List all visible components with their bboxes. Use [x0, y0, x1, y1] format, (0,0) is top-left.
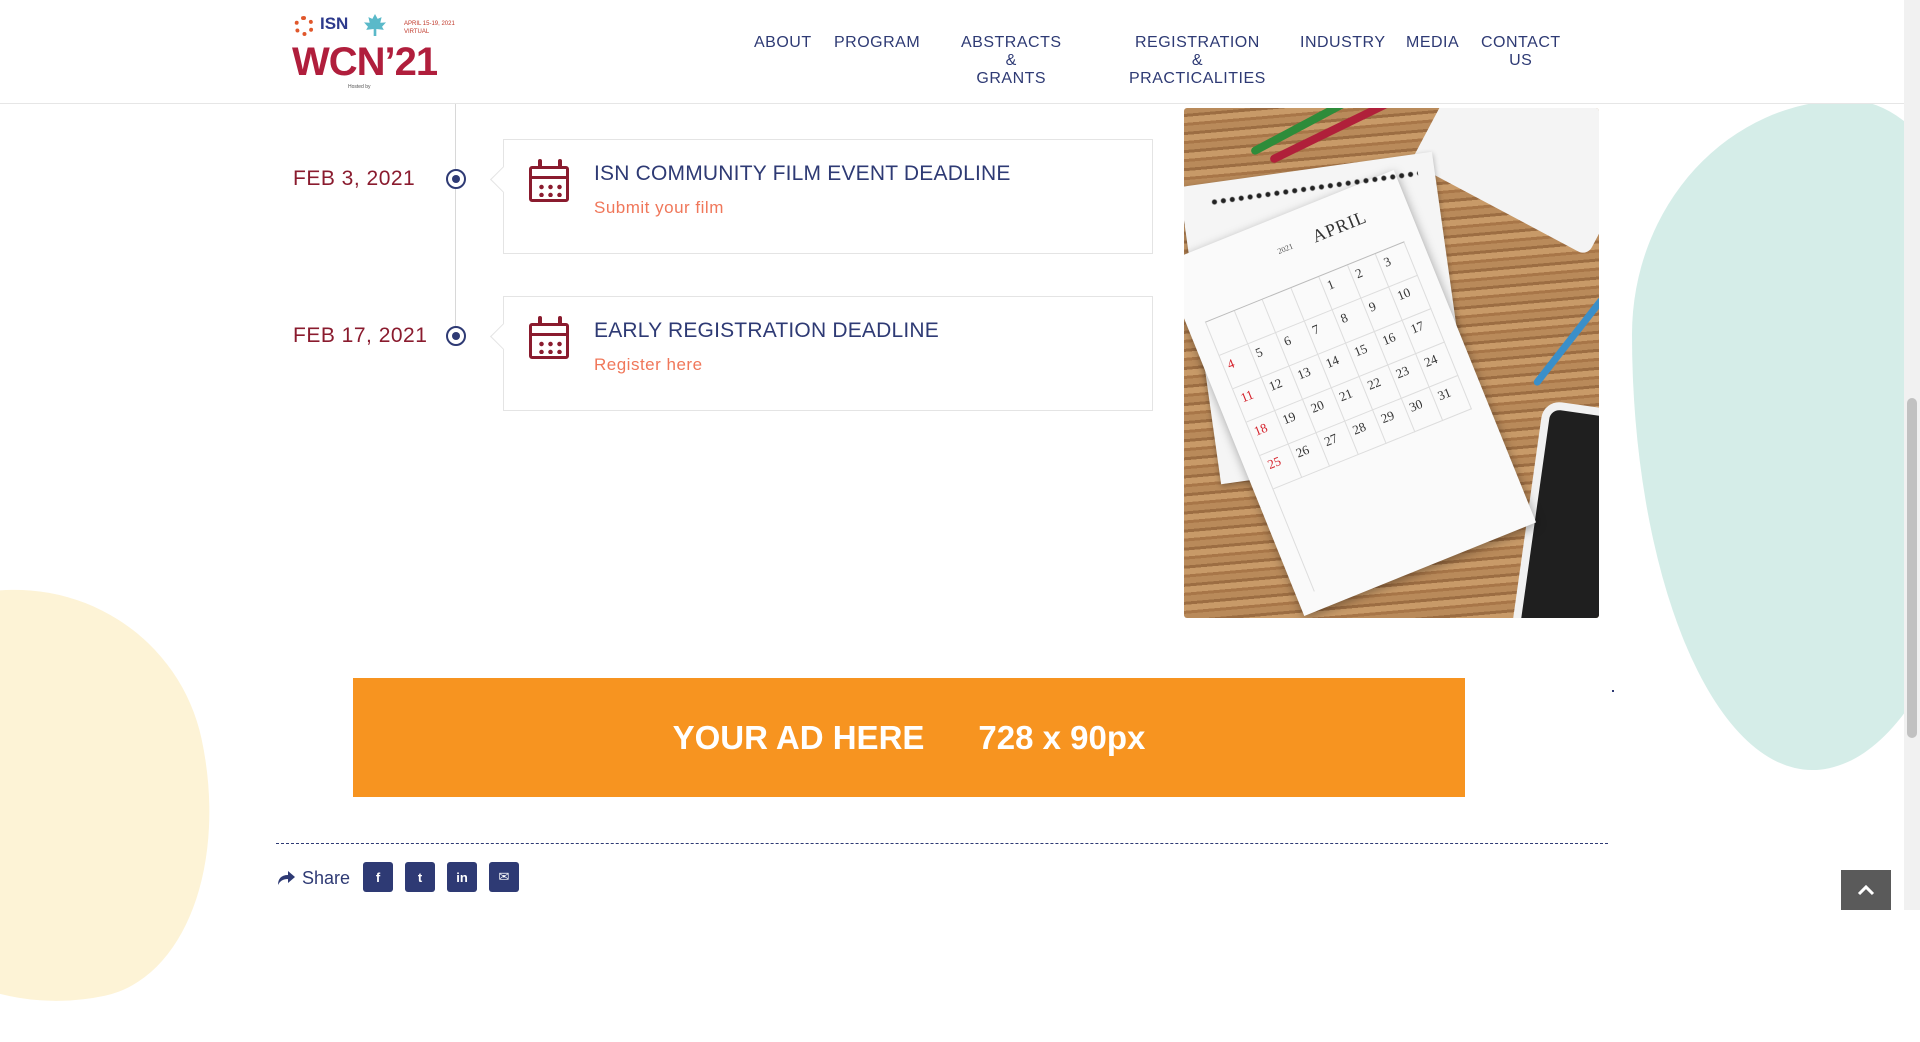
email-share-button[interactable]: ✉ [489, 862, 519, 892]
scrollbar-thumb[interactable] [1907, 398, 1917, 738]
wcn21-logo[interactable]: ISN APRIL 15-19, 2021 VIRTUAL WCN’21 Hos… [292, 12, 462, 96]
linkedin-icon: in [456, 869, 468, 885]
email-icon: ✉ [498, 869, 510, 884]
nav-industry[interactable]: INDUSTRY [1300, 34, 1386, 52]
ad-size: 728 x 90px [978, 718, 1146, 756]
decorative-blob-left [0, 554, 250, 1042]
nav-abstracts-grants[interactable]: ABSTRACTS & GRANTS [961, 34, 1062, 88]
logo-event-name: WCN [292, 40, 386, 84]
timeline-date: FEB 17, 2021 [293, 324, 428, 347]
logo-event-year: ’21 [384, 40, 439, 84]
submit-film-link[interactable]: Submit your film [594, 198, 724, 218]
timeline-line [455, 104, 456, 336]
share-buttons: f t in ✉ [363, 862, 519, 892]
facebook-icon: f [375, 869, 381, 885]
twitter-icon: t [417, 869, 423, 885]
linkedin-share-button[interactable]: in [447, 862, 477, 892]
decorative-blob-right [1632, 100, 1920, 770]
calendar-icon [529, 316, 569, 359]
facebook-share-button[interactable]: f [363, 862, 393, 892]
timeline-card-title: EARLY REGISTRATION DEADLINE [594, 319, 939, 342]
nav-program[interactable]: PROGRAM [834, 34, 920, 52]
isn-logo-icon [294, 16, 314, 36]
timeline-card: EARLY REGISTRATION DEADLINE Register her… [503, 296, 1153, 411]
timeline-dot-icon [446, 169, 466, 189]
divider [276, 843, 1608, 844]
calendar-icon [529, 159, 569, 202]
ad-banner[interactable]: YOUR AD HERE 728 x 90px [353, 678, 1465, 797]
timeline-card: ISN COMMUNITY FILM EVENT DEADLINE Submit… [503, 139, 1153, 254]
logo-hosted: Hosted by [348, 84, 371, 90]
photo-year: 2021 [1276, 241, 1295, 257]
site-header: ISN APRIL 15-19, 2021 VIRTUAL WCN’21 Hos… [0, 0, 1904, 104]
calendar-page: 2021 APRIL 1 2 3 4 5 6 7 8 9 10 11 12 13 14 15 16 17 18 19… [1184, 170, 1537, 616]
chevron-up-icon [1857, 884, 1875, 896]
calendar-grid: 1 2 3 4 5 6 7 8 9 10 11 12 13 14 15 16 17 18 19 20 21 22 23 24 2… [1204, 241, 1514, 592]
photo-month: APRIL [1309, 206, 1370, 247]
logo-org: ISN [320, 14, 349, 33]
logo-event: WCN’21 [292, 40, 439, 85]
maple-leaf-icon [364, 14, 386, 36]
ad-text: YOUR AD HERE [672, 718, 925, 756]
nav-contact-us[interactable]: CONTACT US [1481, 34, 1560, 70]
share-label: Share [276, 866, 350, 890]
share-text: Share [302, 867, 351, 888]
nav-registration-practicalities[interactable]: REGISTRATION & PRACTICALITIES [1129, 34, 1266, 88]
timeline-card-title: ISN COMMUNITY FILM EVENT DEADLINE [594, 162, 1011, 185]
register-here-link[interactable]: Register here [594, 355, 703, 375]
nav-media[interactable]: MEDIA [1406, 34, 1459, 52]
logo-dates: APRIL 15-19, 2021 VIRTUAL [404, 21, 455, 35]
page-scrollbar[interactable] [1904, 0, 1920, 910]
scroll-to-top-button[interactable] [1841, 870, 1891, 910]
timeline-dot-icon [446, 326, 466, 346]
timeline-date: FEB 3, 2021 [293, 167, 416, 190]
calendar-photo: 2021 APRIL 1 2 3 4 5 6 7 8 9 10 11 12 13 14 15 16 17 18 19… [1184, 108, 1599, 618]
twitter-share-button[interactable]: t [405, 862, 435, 892]
share-icon [278, 871, 295, 885]
nav-about[interactable]: ABOUT [754, 34, 812, 52]
